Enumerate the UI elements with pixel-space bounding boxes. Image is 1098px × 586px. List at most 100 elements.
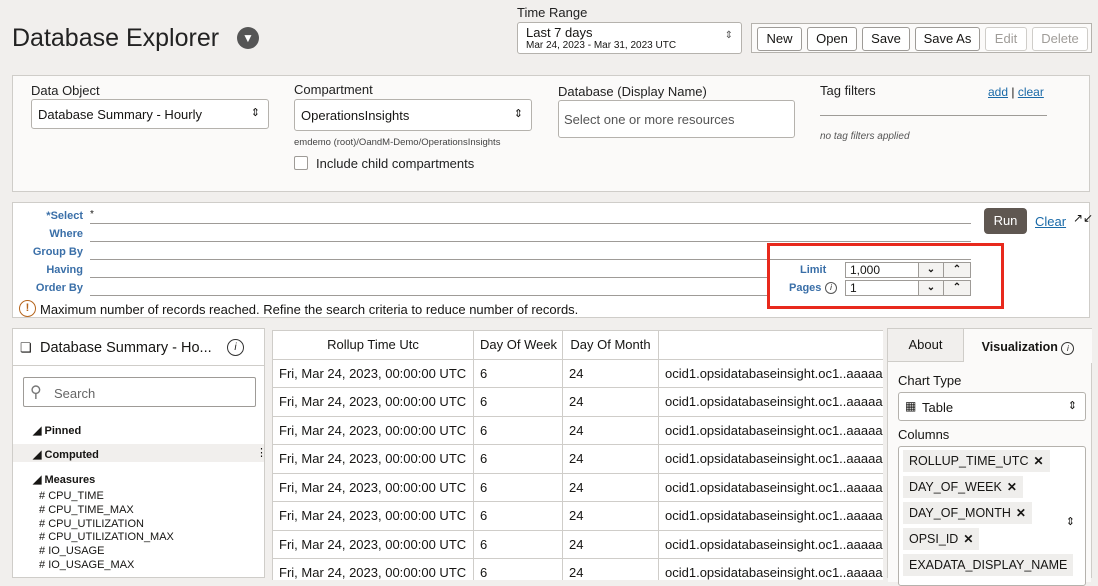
page-title: Database Explorer	[12, 24, 220, 52]
table-cell: ocid1.opsidatabaseinsight.oc1..aaaaaa	[658, 415, 883, 445]
table-cell: 6	[473, 472, 563, 502]
remove-icon[interactable]: ✕	[1007, 480, 1017, 494]
include-child-checkbox[interactable]	[294, 156, 308, 170]
column-header[interactable]	[658, 330, 883, 360]
warning-icon: !	[19, 300, 36, 317]
table-row[interactable]: Fri, Mar 24, 2023, 00:00:00 UTC 6 24 ocid1.…	[272, 501, 883, 531]
table-row[interactable]: Fri, Mar 24, 2023, 00:00:00 UTC 6 24 ocid1.…	[272, 415, 883, 445]
table-cell: Fri, Mar 24, 2023, 00:00:00 UTC	[272, 529, 474, 559]
measure-item[interactable]: # CPU_TIME	[39, 490, 104, 502]
pinned-section[interactable]: ◢ Pinned	[33, 424, 81, 437]
orderby-input[interactable]	[90, 295, 770, 296]
sidebar: ❏ Database Summary - Ho... i ⚲ Search ◢ …	[12, 328, 267, 578]
table-cell: 6	[473, 358, 563, 388]
more-icon[interactable]: ⋮	[256, 446, 267, 459]
tag-empty-text: no tag filters applied	[820, 131, 910, 142]
table-cell: ocid1.opsidatabaseinsight.oc1..aaaaaa	[658, 501, 883, 531]
search-input[interactable]: ⚲ Search	[23, 377, 256, 407]
chart-type-value: Table	[922, 400, 954, 415]
info-icon[interactable]: i	[227, 339, 244, 356]
remove-icon[interactable]: ✕	[963, 532, 973, 546]
measure-item[interactable]: # CPU_TIME_MAX	[39, 504, 134, 516]
column-header[interactable]: Day Of Week	[473, 330, 563, 360]
table-cell: 6	[473, 501, 563, 531]
new-button[interactable]: New	[757, 27, 802, 51]
measure-item[interactable]: # CPU_UTILIZATION	[39, 518, 144, 530]
data-object-label: Data Object	[31, 83, 100, 98]
compartment-select[interactable]: OperationsInsights ⇕	[294, 99, 532, 131]
table-cell: 24	[562, 558, 659, 580]
table-cell: Fri, Mar 24, 2023, 00:00:00 UTC	[272, 387, 474, 417]
computed-section[interactable]: ◢ Computed	[33, 448, 99, 461]
column-chip: ROLLUP_TIME_UTC ✕	[903, 450, 1050, 472]
select-line	[90, 223, 971, 224]
table-cell: Fri, Mar 24, 2023, 00:00:00 UTC	[272, 472, 474, 502]
chart-type-label: Chart Type	[898, 373, 962, 388]
table-cell: 24	[562, 415, 659, 445]
data-object-select[interactable]: Database Summary - Hourly ⇕	[31, 99, 269, 129]
remove-icon[interactable]: ✕	[1016, 506, 1026, 520]
table-row[interactable]: Fri, Mar 24, 2023, 00:00:00 UTC 6 24 ocid1.…	[272, 358, 883, 388]
table-cell: ocid1.opsidatabaseinsight.oc1..aaaaaa	[658, 387, 883, 417]
divider	[13, 365, 264, 366]
table-cell: ocid1.opsidatabaseinsight.oc1..aaaaaa	[658, 529, 883, 559]
table-row[interactable]: Fri, Mar 24, 2023, 00:00:00 UTC 6 24 ocid1.…	[272, 387, 883, 417]
measures-section[interactable]: ◢ Measures	[33, 473, 95, 486]
divider	[820, 115, 1047, 116]
column-chip: DAY_OF_MONTH ✕	[903, 502, 1032, 524]
updown-icon: ⇕	[724, 30, 733, 41]
data-object-value: Database Summary - Hourly	[38, 107, 202, 122]
columns-select[interactable]: ROLLUP_TIME_UTC ✕ DAY_OF_WEEK ✕ DAY_OF_MON…	[898, 446, 1086, 586]
clear-link[interactable]: Clear	[1035, 214, 1066, 229]
include-child-label: Include child compartments	[316, 156, 475, 171]
table-cell: 24	[562, 444, 659, 474]
column-chip: DAY_OF_WEEK ✕	[903, 476, 1023, 498]
remove-icon[interactable]: ✕	[1033, 454, 1043, 468]
updown-icon: ⇕	[250, 107, 260, 119]
database-input[interactable]: Select one or more resources	[558, 100, 795, 138]
edit-button[interactable]: Edit	[985, 27, 1027, 51]
search-icon: ⚲	[30, 384, 42, 401]
time-range-value: Last 7 days	[526, 25, 593, 40]
column-header[interactable]: Day Of Month	[562, 330, 659, 360]
open-button[interactable]: Open	[807, 27, 857, 51]
measure-item[interactable]: # IO_USAGE_MAX	[39, 559, 134, 571]
filter-icon[interactable]: ▼	[237, 27, 259, 49]
toolbar: New Open Save Save As Edit Delete	[751, 23, 1092, 53]
save-button[interactable]: Save	[862, 27, 910, 51]
table-row[interactable]: Fri, Mar 24, 2023, 00:00:00 UTC 6 24 ocid1.…	[272, 472, 883, 502]
table-cell: 24	[562, 358, 659, 388]
column-header[interactable]: Rollup Time Utc	[272, 330, 474, 360]
measure-item[interactable]: # CPU_UTILIZATION_MAX	[39, 531, 174, 543]
delete-button[interactable]: Delete	[1032, 27, 1088, 51]
sidebar-title: Database Summary - Ho...	[40, 340, 212, 356]
having-input[interactable]	[90, 277, 770, 278]
groupby-label: Group By	[32, 246, 83, 258]
time-range-select[interactable]: Last 7 days Mar 24, 2023 - Mar 31, 2023 …	[517, 22, 742, 54]
collapse-icon[interactable]: ↗↙	[1073, 211, 1093, 225]
tag-clear-link[interactable]: clear	[1018, 85, 1044, 99]
table-cell: Fri, Mar 24, 2023, 00:00:00 UTC	[272, 358, 474, 388]
table-row[interactable]: Fri, Mar 24, 2023, 00:00:00 UTC 6 24 ocid1.…	[272, 529, 883, 559]
table-row[interactable]: Fri, Mar 24, 2023, 00:00:00 UTC 6 24 ocid1.…	[272, 558, 883, 580]
table-cell: ocid1.opsidatabaseinsight.oc1..aaaaaa	[658, 472, 883, 502]
time-range-dates: Mar 24, 2023 - Mar 31, 2023 UTC	[526, 40, 677, 51]
save-as-button[interactable]: Save As	[915, 27, 980, 51]
tab-about[interactable]: About	[888, 329, 964, 362]
chart-type-select[interactable]: ▦ Table ⇕	[898, 392, 1086, 421]
table-row[interactable]: Fri, Mar 24, 2023, 00:00:00 UTC 6 24 ocid1.…	[272, 444, 883, 474]
database-label: Database (Display Name)	[558, 84, 707, 99]
column-chip: OPSI_ID ✕	[903, 528, 980, 550]
where-input[interactable]	[90, 241, 971, 242]
run-button[interactable]: Run	[984, 208, 1027, 234]
tag-add-link[interactable]: add	[988, 85, 1008, 99]
select-input[interactable]: *	[90, 209, 94, 220]
table-cell: 24	[562, 387, 659, 417]
database-placeholder: Select one or more resources	[564, 112, 735, 127]
column-chip: EXADATA_DISPLAY_NAME	[903, 554, 1074, 576]
table-cell: ocid1.opsidatabaseinsight.oc1..aaaaaa	[658, 358, 883, 388]
separator: |	[1011, 85, 1015, 99]
having-label: Having	[46, 264, 83, 276]
measure-item[interactable]: # IO_USAGE	[39, 545, 104, 557]
tab-visualization[interactable]: Visualization i	[964, 329, 1092, 363]
